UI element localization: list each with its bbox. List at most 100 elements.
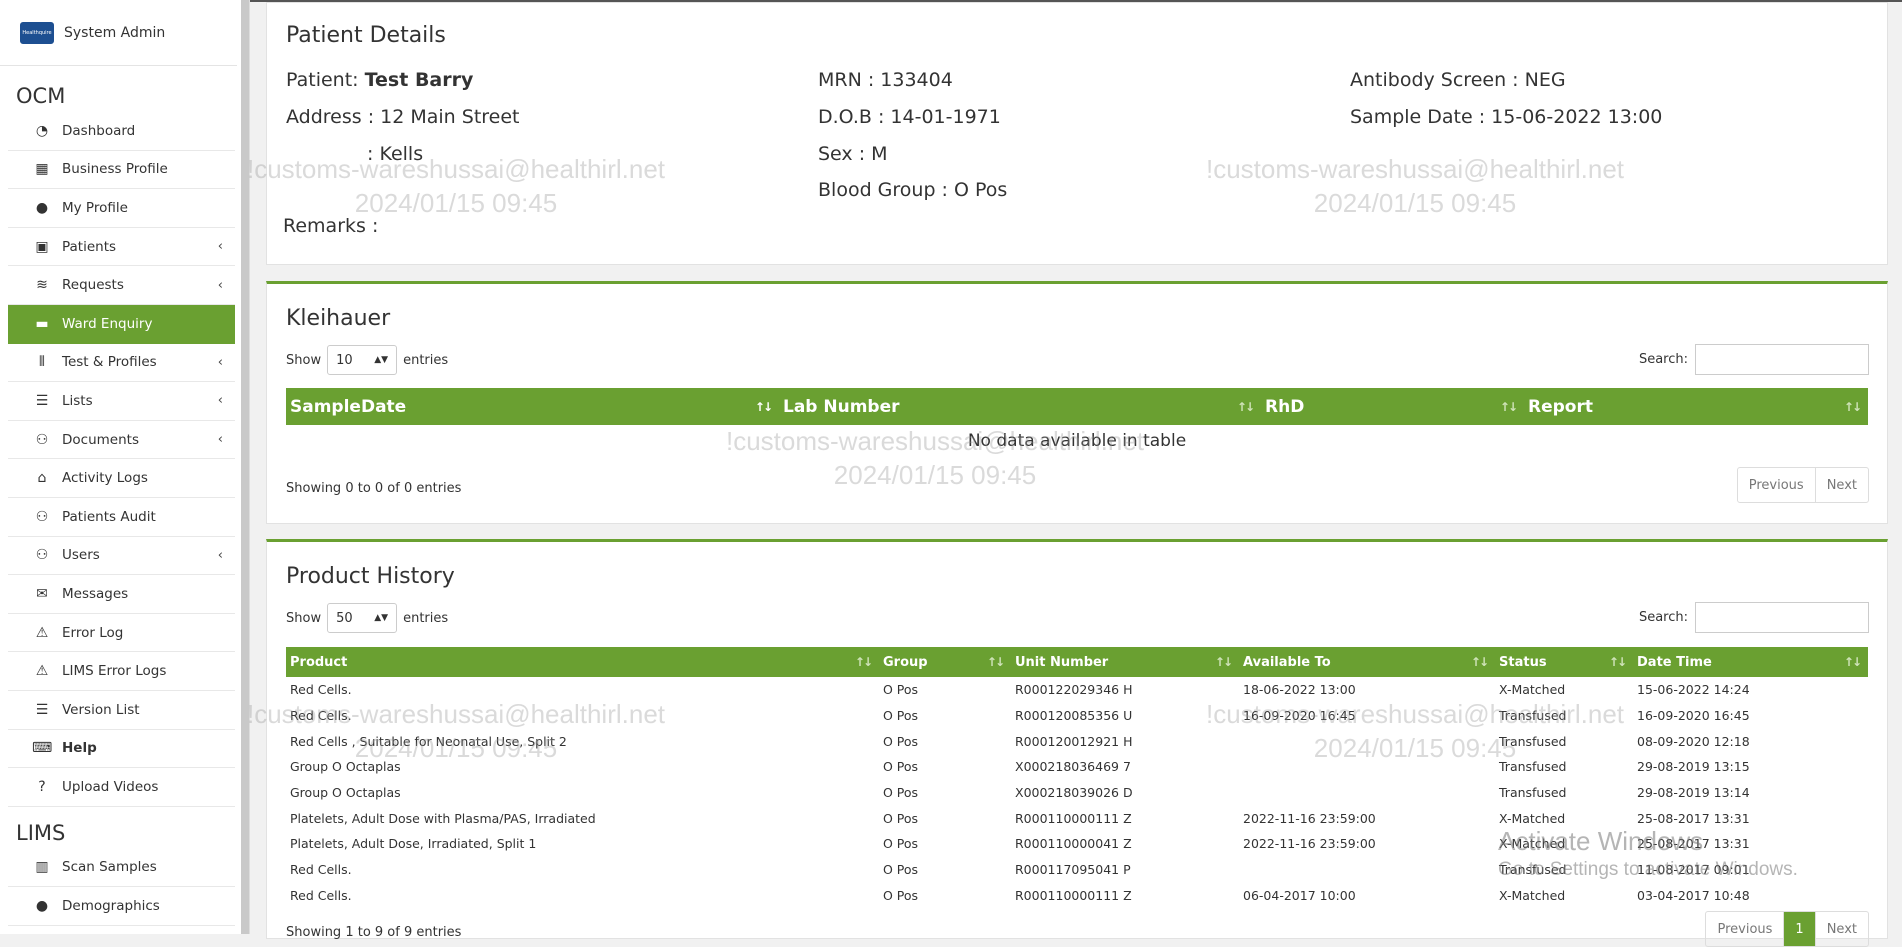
column-header-date-time[interactable]: Date Time ↑↓	[1633, 647, 1868, 677]
table-row[interactable]: Group O Octaplas O Pos X000218039026 D Tran…	[286, 780, 1868, 806]
table-cell: R000110000041 Z	[1015, 836, 1132, 852]
patient-blood-group: Blood Group : O Pos	[818, 179, 1008, 201]
product-history-pagination: Previous 1 Next	[1705, 911, 1869, 947]
sidebar-item-label: Patients Audit	[62, 508, 156, 525]
table-cell: O Pos	[883, 785, 919, 801]
sidebar-item-lims-error-logs[interactable]: ⚠ LIMS Error Logs	[8, 652, 235, 691]
table-cell: X-Matched	[1499, 682, 1566, 698]
entries-select[interactable]: 50 ▲▼	[327, 603, 398, 633]
table-cell: 25-08-2017 13:31	[1637, 836, 1750, 852]
column-header-rhd[interactable]: RhD ↑↓	[1261, 388, 1524, 425]
kleihauer-pagination: Previous Next	[1736, 467, 1869, 503]
table-row[interactable]: Red Cells. O Pos R000122029346 H 18-06-2022…	[286, 677, 1868, 703]
table-row[interactable]: Red Cells. O Pos R000117095041 P Transfused…	[286, 857, 1868, 883]
patient-address: Address : 12 Main Street	[286, 106, 520, 128]
sidebar-item-scan-samples[interactable]: ▥ Scan Samples	[8, 849, 235, 888]
table-row[interactable]: Red Cells , Suitable for Neonatal Use, S…	[286, 728, 1868, 754]
sidebar-item-business-profile[interactable]: ▦ Business Profile	[8, 151, 235, 190]
product-history-search: Search:	[1639, 602, 1869, 633]
table-cell: O Pos	[883, 759, 919, 775]
users-icon: ⚇	[35, 431, 49, 448]
sidebar-item-label: Dashboard	[62, 122, 136, 139]
sidebar-item-requests[interactable]: ≋ Requests ‹	[8, 266, 235, 305]
sidebar-item-activity-logs[interactable]: ⌂ Activity Logs	[8, 459, 235, 498]
sidebar-item-label: Documents	[62, 431, 139, 448]
product-history-info: Showing 1 to 9 of 9 entries	[286, 925, 462, 940]
section-title-lims: LIMS	[16, 820, 66, 845]
sidebar-item-patients[interactable]: ▣ Patients ‹	[8, 228, 235, 267]
table-row[interactable]: Red Cells. O Pos R000120085356 U 16-09-2020…	[286, 703, 1868, 729]
brand-name: System Admin	[64, 24, 166, 41]
sidebar-item-dashboard[interactable]: ◔ Dashboard	[8, 112, 235, 151]
sort-icon: ↑↓	[1843, 399, 1862, 414]
table-row[interactable]: Red Cells. O Pos R000110000111 Z 06-04-2017…	[286, 883, 1868, 909]
column-header-product[interactable]: Product ↑↓	[286, 647, 879, 677]
sidebar-item-label: Requests	[62, 277, 124, 294]
sidebar-item-my-profile[interactable]: ● My Profile	[8, 189, 235, 228]
table-cell: 16-09-2020 16:45	[1637, 708, 1750, 724]
entries-select-value: 10	[336, 352, 353, 368]
column-header-available-to[interactable]: Available To ↑↓	[1239, 647, 1495, 677]
search-input[interactable]	[1695, 344, 1869, 375]
table-cell: 29-08-2019 13:14	[1637, 785, 1750, 801]
table-cell: Red Cells.	[290, 887, 352, 903]
table-cell: R000120085356 U	[1015, 708, 1133, 724]
table-row[interactable]: Platelets, Adult Dose, Irradiated, Split…	[286, 831, 1868, 857]
patient-remarks: Remarks :	[283, 215, 379, 237]
building-icon: ▦	[35, 161, 49, 178]
sidebar-item-error-log[interactable]: ⚠ Error Log	[8, 614, 235, 653]
sidebar-item-documents[interactable]: ⚇ Documents ‹	[8, 421, 235, 460]
chevron-left-icon: ‹	[217, 239, 223, 255]
column-header-lab-number[interactable]: Lab Number ↑↓	[779, 388, 1261, 425]
sidebar-scrollbar[interactable]	[241, 0, 249, 934]
section-title-ocm: OCM	[16, 84, 66, 108]
page-1-button[interactable]: 1	[1783, 912, 1815, 946]
table-cell: Red Cells , Suitable for Neonatal Use, S…	[290, 733, 567, 749]
sidebar-nav-ocm: ◔ Dashboard ▦ Business Profile ● My Profile ▣ P…	[0, 112, 249, 807]
table-cell: O Pos	[883, 887, 919, 903]
sidebar-item-messages[interactable]: ✉ Messages	[8, 575, 235, 614]
table-cell: Red Cells.	[290, 682, 352, 698]
search-input[interactable]	[1695, 602, 1869, 633]
keyboard-icon: ⌨	[32, 740, 53, 757]
product-history-title: Product History	[286, 564, 455, 589]
column-header-report[interactable]: Report ↑↓	[1524, 388, 1868, 425]
next-button[interactable]: Next	[1814, 468, 1868, 502]
column-header-status[interactable]: Status ↑↓	[1495, 647, 1633, 677]
column-header-sampledate[interactable]: SampleDate ↑↓	[286, 388, 779, 425]
sidebar-item-users[interactable]: ⚇ Users ‹	[8, 537, 235, 576]
sidebar-item-lists[interactable]: ☰ Lists ‹	[8, 382, 235, 421]
product-history-panel: Product History Show 50 ▲▼ entries Searc…	[266, 539, 1888, 947]
table-cell: X-Matched	[1499, 887, 1566, 903]
column-header-group[interactable]: Group ↑↓	[879, 647, 1011, 677]
sidebar: Healthquire System Admin OCM ◔ Dashboard ▦…	[0, 0, 250, 934]
brand[interactable]: Healthquire System Admin	[0, 0, 237, 66]
table-row[interactable]: Group O Octaplas O Pos X000218036469 7 Tran…	[286, 754, 1868, 780]
sidebar-item-demographics[interactable]: ● Demographics	[8, 887, 235, 926]
table-cell: X-Matched	[1499, 810, 1566, 826]
sort-icon: ↑↓	[1843, 655, 1862, 669]
sidebar-item-help[interactable]: ⌨ Help	[8, 730, 235, 769]
table-cell: R000110000111 Z	[1015, 887, 1132, 903]
sidebar-item-label: Help	[62, 740, 97, 757]
sidebar-item-patients-audit[interactable]: ⚇ Patients Audit	[8, 498, 235, 537]
table-cell: O Pos	[883, 836, 919, 852]
previous-button[interactable]: Previous	[1738, 468, 1815, 502]
sidebar-item-label: Demographics	[62, 898, 160, 915]
sidebar-item-upload-videos[interactable]: ? Upload Videos	[8, 768, 235, 807]
sidebar-item-label: Scan Samples	[62, 859, 157, 876]
id-card-icon: ▣	[35, 238, 49, 255]
sidebar-item-ward-enquiry[interactable]: ▬ Ward Enquiry	[8, 304, 235, 344]
vials-icon: ⫴	[39, 354, 45, 371]
table-cell	[1239, 754, 1495, 780]
sidebar-item-label: Users	[62, 547, 100, 564]
sidebar-item-test-profiles[interactable]: ⫴ Test & Profiles ‹	[8, 344, 235, 383]
next-button[interactable]: Next	[1814, 912, 1868, 946]
column-header-unit-number[interactable]: Unit Number ↑↓	[1011, 647, 1239, 677]
previous-button[interactable]: Previous	[1706, 912, 1783, 946]
entries-select[interactable]: 10 ▲▼	[327, 345, 398, 375]
chevron-left-icon: ‹	[217, 277, 223, 293]
kleihauer-info: Showing 0 to 0 of 0 entries	[286, 481, 462, 496]
sidebar-item-version-list[interactable]: ☰ Version List	[8, 691, 235, 730]
table-row[interactable]: Platelets, Adult Dose with Plasma/PAS, I…	[286, 805, 1868, 831]
